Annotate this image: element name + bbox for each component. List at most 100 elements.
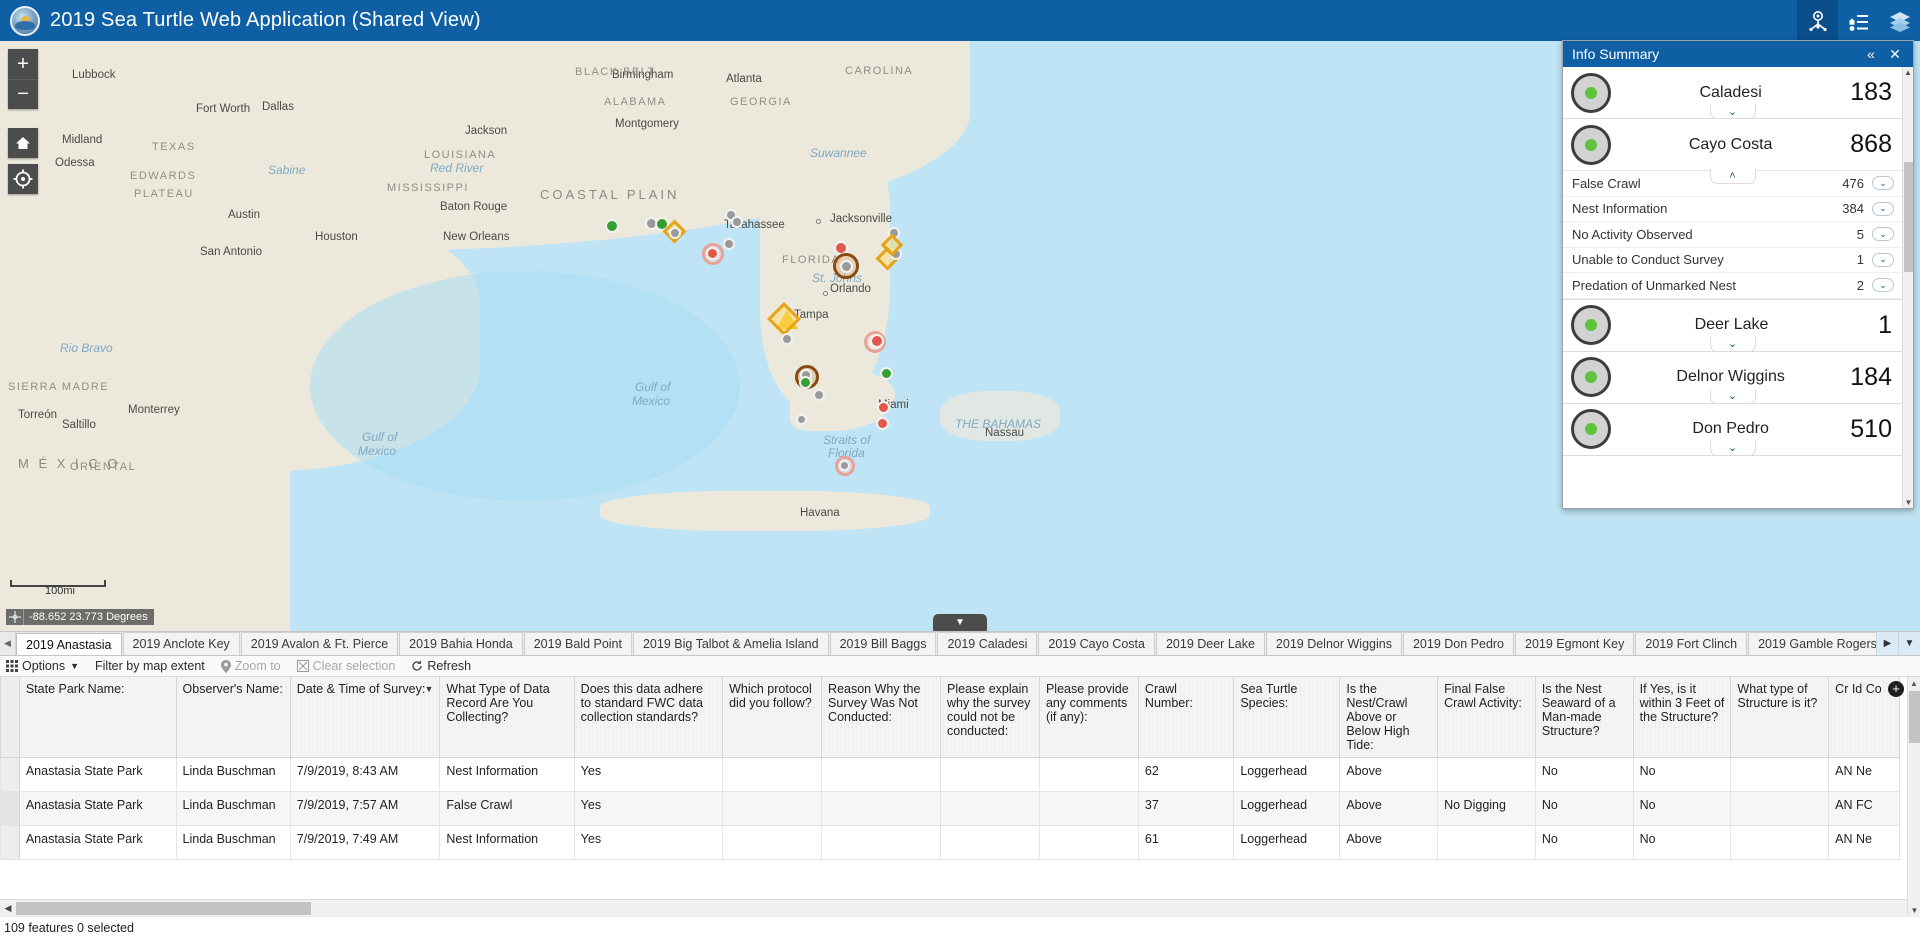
scroll-up-arrow-icon[interactable]: ▲	[1903, 67, 1913, 78]
layer-tab[interactable]: 2019 Anclote Key	[122, 632, 240, 655]
column-header[interactable]: If Yes, is it within 3 Feet of the Struc…	[1632, 677, 1732, 758]
column-header[interactable]: Is the Nest/Crawl Above or Below High Ti…	[1339, 677, 1439, 758]
table-cell[interactable]: AN FC	[1828, 791, 1900, 826]
info-summary-close-button[interactable]: ✕	[1883, 46, 1907, 63]
column-header[interactable]: Final False Crawl Activity:	[1437, 677, 1536, 758]
layer-tab[interactable]: 2019 Delnor Wiggins	[1265, 632, 1402, 655]
table-cell[interactable]: 61	[1137, 825, 1235, 860]
row-handle[interactable]	[0, 757, 20, 792]
layer-tab[interactable]: 2019 Anastasia	[16, 633, 122, 655]
park-category-row[interactable]: Unable to Conduct Survey 1 ⌄	[1563, 248, 1902, 273]
table-cell[interactable]	[1730, 825, 1830, 860]
map-marker[interactable]	[840, 260, 853, 273]
column-header[interactable]: What Type of Data Record Are You Collect…	[439, 677, 575, 758]
tabs-next-button[interactable]: ▶	[1876, 632, 1898, 655]
table-cell[interactable]	[940, 791, 1040, 826]
table-cell[interactable]: Anastasia State Park	[18, 791, 177, 826]
table-cell[interactable]	[1437, 825, 1536, 860]
layer-tab[interactable]: 2019 Egmont Key	[1515, 632, 1635, 655]
table-cell[interactable]	[1038, 825, 1139, 860]
table-cell[interactable]: False Crawl	[439, 791, 575, 826]
map-marker[interactable]	[781, 333, 793, 345]
table-cell[interactable]: Linda Buschman	[175, 757, 291, 792]
column-header[interactable]: What type of Structure is it?	[1730, 677, 1830, 758]
layer-tab[interactable]: 2019 Don Pedro	[1402, 632, 1515, 655]
scrollbar-thumb[interactable]	[1909, 691, 1920, 743]
table-cell[interactable]: Above	[1339, 757, 1439, 792]
zoom-in-button[interactable]: +	[8, 49, 38, 79]
chevron-down-icon[interactable]: ⌄	[1872, 227, 1894, 242]
table-cell[interactable]	[1730, 757, 1830, 792]
table-row[interactable]: Anastasia State Park Linda Buschman 7/9/20…	[0, 791, 1900, 826]
scroll-down-arrow-icon[interactable]: ▼	[1903, 497, 1913, 508]
table-cell[interactable]: No	[1632, 825, 1732, 860]
layer-tab[interactable]: 2019 Deer Lake	[1155, 632, 1265, 655]
expand-park-toggle[interactable]: ⌄	[1709, 388, 1756, 404]
filter-by-map-extent-button[interactable]: Filter by map extent	[95, 659, 205, 673]
column-header[interactable]: Does this data adhere to standard FWC da…	[573, 677, 724, 758]
column-header[interactable]: State Park Name:	[18, 677, 177, 758]
tool-layers-button[interactable]	[1879, 0, 1920, 41]
table-cell[interactable]: No	[1534, 757, 1634, 792]
map-marker[interactable]	[605, 219, 619, 233]
table-cell[interactable]: No	[1534, 791, 1634, 826]
map-marker[interactable]	[877, 401, 890, 414]
table-cell[interactable]: Loggerhead	[1233, 791, 1341, 826]
map-marker[interactable]	[723, 238, 735, 250]
park-category-row[interactable]: No Activity Observed 5 ⌄	[1563, 222, 1902, 248]
table-cell[interactable]: Above	[1339, 791, 1439, 826]
table-cell[interactable]: Loggerhead	[1233, 825, 1341, 860]
map-marker[interactable]	[731, 216, 743, 228]
add-field-button[interactable]: +	[1888, 681, 1904, 697]
layer-tab[interactable]: 2019 Bald Point	[523, 632, 632, 655]
tabs-menu-button[interactable]: ▼	[1898, 632, 1920, 655]
park-summary-row[interactable]: Cayo Costa 868	[1563, 119, 1902, 170]
table-cell[interactable]: Yes	[573, 757, 724, 792]
layer-tab[interactable]: 2019 Avalon & Ft. Pierce	[240, 632, 399, 655]
row-handle[interactable]	[0, 825, 20, 860]
park-category-row[interactable]: Predation of Unmarked Nest 2 ⌄	[1563, 273, 1902, 299]
grid-vertical-scrollbar[interactable]: ▲ ▼	[1907, 677, 1920, 917]
table-cell[interactable]: 62	[1137, 757, 1235, 792]
table-cell[interactable]	[1437, 757, 1536, 792]
table-cell[interactable]: AN Ne	[1828, 757, 1900, 792]
expand-park-toggle[interactable]: ⌄	[1709, 104, 1756, 119]
table-cell[interactable]	[722, 757, 823, 792]
info-summary-scrollbar[interactable]: ▲ ▼	[1902, 67, 1913, 508]
table-cell[interactable]: 7/9/2019, 7:49 AM	[289, 825, 441, 860]
table-row[interactable]: Anastasia State Park Linda Buschman 7/9/20…	[0, 757, 1900, 792]
table-cell[interactable]: Anastasia State Park	[18, 757, 177, 792]
column-header[interactable]: Crawl Number:	[1137, 677, 1235, 758]
table-cell[interactable]: AN Ne	[1828, 825, 1900, 860]
zoom-to-button[interactable]: Zoom to	[220, 659, 281, 673]
scrollbar-track[interactable]	[16, 901, 1904, 916]
column-header[interactable]: Please provide any comments (if any):	[1038, 677, 1139, 758]
table-cell[interactable]	[821, 757, 942, 792]
table-cell[interactable]	[722, 791, 823, 826]
map-marker[interactable]	[813, 389, 825, 401]
table-cell[interactable]	[1038, 757, 1139, 792]
table-cell[interactable]: Nest Information	[439, 825, 575, 860]
chevron-down-icon[interactable]: ⌄	[1872, 201, 1894, 216]
column-header[interactable]: Please explain why the survey could not …	[940, 677, 1040, 758]
layer-tab[interactable]: 2019 Caladesi	[937, 632, 1038, 655]
expand-park-toggle[interactable]: ⌄	[1709, 336, 1756, 352]
layer-tab[interactable]: 2019 Gamble Rogers	[1748, 632, 1876, 655]
column-header[interactable]: Which protocol did you follow?	[722, 677, 823, 758]
table-cell[interactable]: 7/9/2019, 8:43 AM	[289, 757, 441, 792]
table-cell[interactable]: Above	[1339, 825, 1439, 860]
chevron-down-icon[interactable]: ⌄	[1872, 252, 1894, 267]
map-marker[interactable]	[706, 247, 719, 260]
chevron-down-icon[interactable]: ⌄	[1872, 176, 1894, 191]
table-cell[interactable]: Nest Information	[439, 757, 575, 792]
table-cell[interactable]	[821, 825, 942, 860]
table-cell[interactable]: No	[1632, 791, 1732, 826]
layer-tab[interactable]: 2019 Big Talbot & Amelia Island	[632, 632, 829, 655]
tool-legend-button[interactable]	[1838, 0, 1879, 41]
coordinate-readout[interactable]: -88.652 23.773 Degrees	[6, 609, 154, 625]
table-cell[interactable]: 7/9/2019, 7:57 AM	[289, 791, 441, 826]
table-cell[interactable]: Anastasia State Park	[18, 825, 177, 860]
row-handle[interactable]	[0, 791, 20, 826]
map-marker[interactable]	[870, 334, 884, 348]
table-cell[interactable]	[940, 825, 1040, 860]
